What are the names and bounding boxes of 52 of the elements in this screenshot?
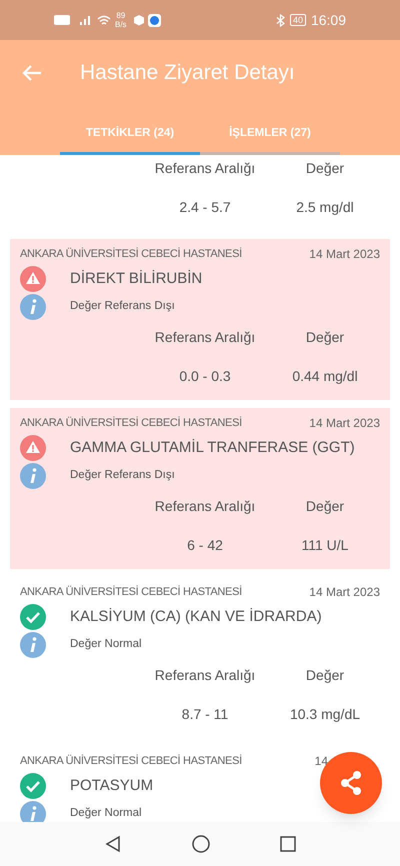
test-name: KALSİYUM (CA) (KAN VE İDRARDA) — [70, 606, 322, 627]
range-value: 2.4 - 5.7 — [179, 198, 231, 216]
result-value: 10.3 mg/dL — [290, 704, 360, 724]
result-value: 2.5 mg/dl — [296, 198, 354, 217]
result-date: 14 Mart 2023 — [309, 415, 380, 432]
range-value: 8.7 - 11 — [182, 704, 228, 724]
hospital-name: ANKARA ÜNİVERSİTESİ CEBECİ HASTANESİ — [20, 246, 242, 262]
battery-indicator: 40 — [290, 14, 306, 26]
result-value: 0.44 mg/dl — [292, 366, 358, 386]
range-value: 0.0 - 0.3 — [179, 366, 231, 386]
value-header: Değer — [306, 328, 344, 347]
info-icon — [20, 294, 46, 320]
speed-value: 89 — [116, 11, 126, 20]
range-header: Referans Aralığı — [154, 328, 256, 347]
info-icon — [20, 632, 46, 658]
warning-icon — [20, 435, 46, 461]
value-header: Değer — [306, 496, 344, 516]
app-icon — [148, 14, 161, 26]
hospital-name: ANKARA ÜNİVERSİTESİ CEBECİ HASTANESİ — [20, 584, 242, 600]
home-nav-icon[interactable] — [192, 835, 210, 853]
check-icon — [20, 773, 46, 799]
range-header: Referans Aralığı — [154, 496, 256, 516]
result-date: 14 Mart 2023 — [309, 584, 380, 601]
box-icon — [132, 14, 145, 26]
wifi-icon — [97, 14, 111, 26]
hd-icon — [54, 15, 70, 25]
speed-unit: B/s — [115, 20, 127, 29]
range-value: 6 - 42 — [187, 536, 223, 554]
result-date: 14 Mart 2023 — [309, 246, 380, 263]
result-date: 14 — [314, 753, 328, 770]
test-name: POTASYUM — [70, 776, 154, 796]
value-header: Değer — [306, 666, 344, 685]
clock: 16:09 — [310, 10, 346, 30]
status-note: Değer Normal — [70, 806, 142, 822]
result-value: 111 U/L — [302, 536, 348, 554]
test-name: GAMMA GLUTAMİL TRANFERASE (GGT) — [70, 438, 355, 458]
recents-nav-icon[interactable] — [280, 836, 296, 852]
test-name: DİREKT BİLİRUBİN — [70, 268, 202, 289]
value-header: Değer — [306, 158, 344, 178]
range-header: Referans Aralığı — [154, 666, 256, 685]
status-note: Değer Referans Dışı — [70, 468, 175, 484]
status-note: Değer Referans Dışı — [70, 299, 175, 314]
check-icon — [20, 604, 46, 630]
status-note: Değer Normal — [70, 637, 142, 652]
hospital-name: ANKARA ÜNİVERSİTESİ CEBECİ HASTANESİ — [20, 754, 242, 769]
range-header: Referans Aralığı — [154, 158, 256, 178]
back-nav-icon[interactable] — [104, 835, 122, 853]
hospital-name: ANKARA ÜNİVERSİTESİ CEBECİ HASTANESİ — [20, 416, 242, 431]
info-icon — [20, 463, 46, 489]
page-title: Hastane Ziyaret Detayı — [80, 60, 295, 86]
warning-icon — [20, 266, 46, 292]
bluetooth-icon — [276, 14, 285, 26]
